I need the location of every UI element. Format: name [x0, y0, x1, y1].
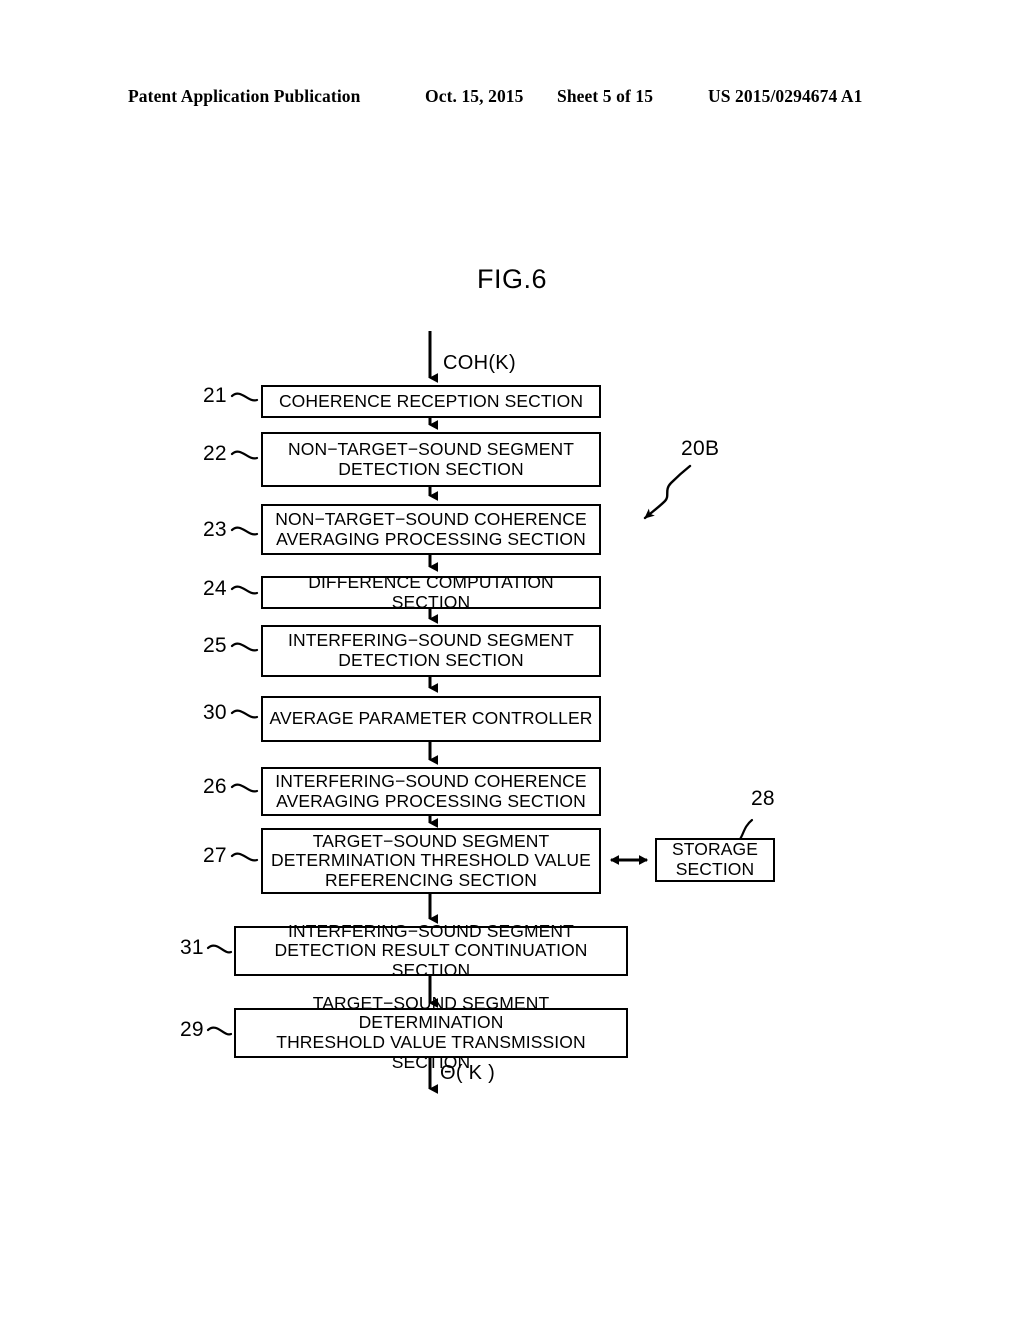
ref-numeral-28: 28 — [751, 787, 775, 810]
block-non-target-sound-coherence-averaging-processing-section[interactable]: NON−TARGET−SOUND COHERENCE AVERAGING PRO… — [261, 504, 601, 555]
ref-numeral-25: 25 — [203, 634, 227, 657]
block-label: INTERFERING−SOUND SEGMENT DETECTION SECT… — [288, 630, 574, 670]
ref-numeral-27: 27 — [203, 844, 227, 867]
ref-numeral-22: 22 — [203, 442, 227, 465]
input-signal-label: COH(K) — [443, 352, 516, 374]
ref-numeral-30: 30 — [203, 701, 227, 724]
block-storage-section[interactable]: STORAGE SECTION — [655, 838, 775, 882]
block-difference-computation-section[interactable]: DIFFERENCE COMPUTATION SECTION — [261, 571, 601, 612]
block-label: INTERFERING−SOUND COHERENCE AVERAGING PR… — [275, 770, 587, 811]
block-label: INTERFERING−SOUND SEGMENT DETECTION RESU… — [274, 920, 588, 980]
block-interfering-sound-segment-detection-section[interactable]: INTERFERING−SOUND SEGMENT DETECTION SECT… — [261, 625, 601, 677]
block-non-target-sound-segment-detection-section[interactable]: NON−TARGET−SOUND SEGMENT DETECTION SECTI… — [261, 432, 601, 487]
block-label: COHERENCE RECEPTION SECTION — [278, 390, 584, 411]
flowchart-diagram: COH(K) Θ( K ) 20B 21 22 23 24 25 30 26 2… — [0, 0, 1024, 1320]
ref-numeral-29: 29 — [180, 1018, 204, 1041]
block-label: NON−TARGET−SOUND SEGMENT DETECTION SECTI… — [288, 438, 574, 479]
block-label: NON−TARGET−SOUND COHERENCE AVERAGING PRO… — [275, 508, 587, 549]
ref-numeral-23: 23 — [203, 518, 227, 541]
block-average-parameter-controller[interactable]: AVERAGE PARAMETER CONTROLLER — [261, 696, 601, 742]
block-target-sound-segment-determination-threshold-value-referencing-section[interactable]: TARGET−SOUND SEGMENT DETERMINATION THRES… — [261, 828, 601, 894]
block-label: STORAGE SECTION — [672, 839, 758, 879]
block-label: DIFFERENCE COMPUTATION SECTION — [308, 571, 554, 612]
ref-numeral-31: 31 — [180, 936, 204, 959]
ref-numeral-24: 24 — [203, 577, 227, 600]
ref-numeral-26: 26 — [203, 775, 227, 798]
block-interfering-sound-segment-detection-result-continuation-section[interactable]: INTERFERING−SOUND SEGMENT DETECTION RESU… — [234, 921, 628, 980]
block-label: AVERAGE PARAMETER CONTROLLER — [269, 708, 593, 729]
block-label: TARGET−SOUND SEGMENT DETERMINATION THRES… — [271, 830, 591, 890]
block-target-sound-segment-determination-threshold-value-transmission-section[interactable]: TARGET−SOUND SEGMENT DETERMINATION THRES… — [234, 993, 628, 1071]
block-interfering-sound-coherence-averaging-processing-section[interactable]: INTERFERING−SOUND COHERENCE AVERAGING PR… — [261, 767, 601, 816]
block-coherence-reception-section[interactable]: COHERENCE RECEPTION SECTION — [261, 385, 601, 418]
block-label: TARGET−SOUND SEGMENT DETERMINATION THRES… — [276, 992, 586, 1072]
assembly-reference-label: 20B — [681, 437, 720, 460]
ref-numeral-21: 21 — [203, 384, 227, 407]
